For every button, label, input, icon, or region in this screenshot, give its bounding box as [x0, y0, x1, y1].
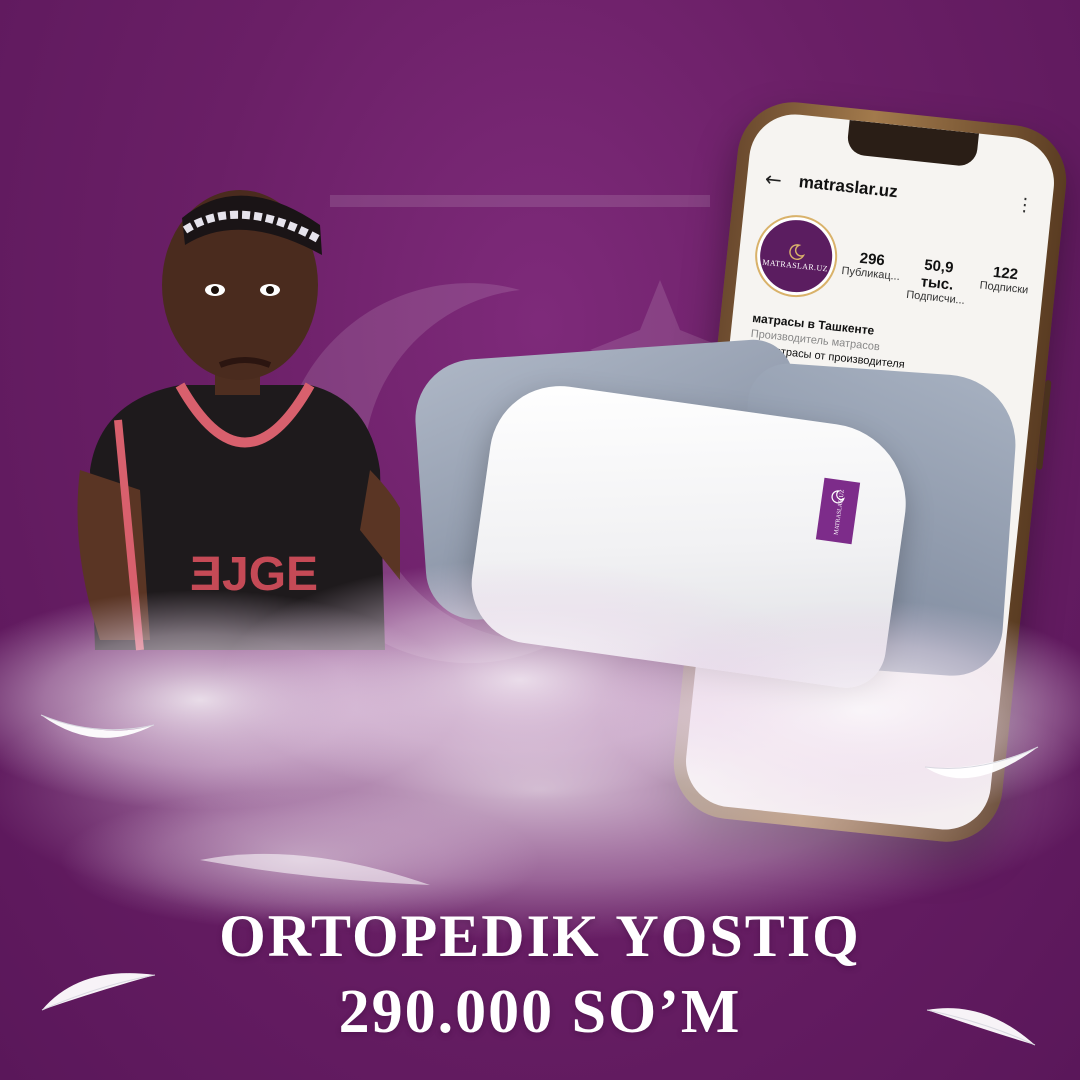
- feather-icon: [40, 714, 155, 738]
- person-figure: ƎJGE: [77, 190, 400, 651]
- svg-text:ƎJGE: ƎJGE: [190, 548, 318, 601]
- stat-posts[interactable]: 296 Публикац...: [835, 248, 905, 301]
- more-vertical-icon[interactable]: ⋮: [1015, 194, 1035, 217]
- headline: ORTOPEDIK YOSTIQ 290.000 SO’M: [0, 900, 1080, 1052]
- product-title: ORTOPEDIK YOSTIQ: [219, 903, 861, 969]
- profile-stats: 296 Публикац... 50,9 тыс. Подписчи... 12…: [835, 248, 1039, 315]
- pillow-tag-logo: MATRASLAR.UZ: [831, 489, 846, 536]
- back-arrow-icon[interactable]: ←: [764, 166, 786, 192]
- stat-followers[interactable]: 50,9 тыс. Подписчи...: [902, 255, 972, 308]
- feather-icon: [200, 853, 430, 885]
- ad-poster: ƎJGE ← matraslar.uz ⋮ MATRASLAR.UZ 296 П…: [0, 0, 1080, 1080]
- profile-username: matraslar.uz: [797, 172, 899, 202]
- product-price: 290.000 SO’M: [338, 978, 742, 1046]
- phone-notch: [846, 119, 979, 168]
- profile-avatar[interactable]: MATRASLAR.UZ: [753, 213, 840, 299]
- crescent-moon-icon: [789, 243, 806, 260]
- feather-icon: [924, 746, 1039, 779]
- stat-following[interactable]: 122 Подписки: [969, 262, 1039, 315]
- svg-text:MATRASLAR.UZ: MATRASLAR.UZ: [834, 489, 846, 536]
- profile-header: ← matraslar.uz ⋮: [764, 164, 1036, 222]
